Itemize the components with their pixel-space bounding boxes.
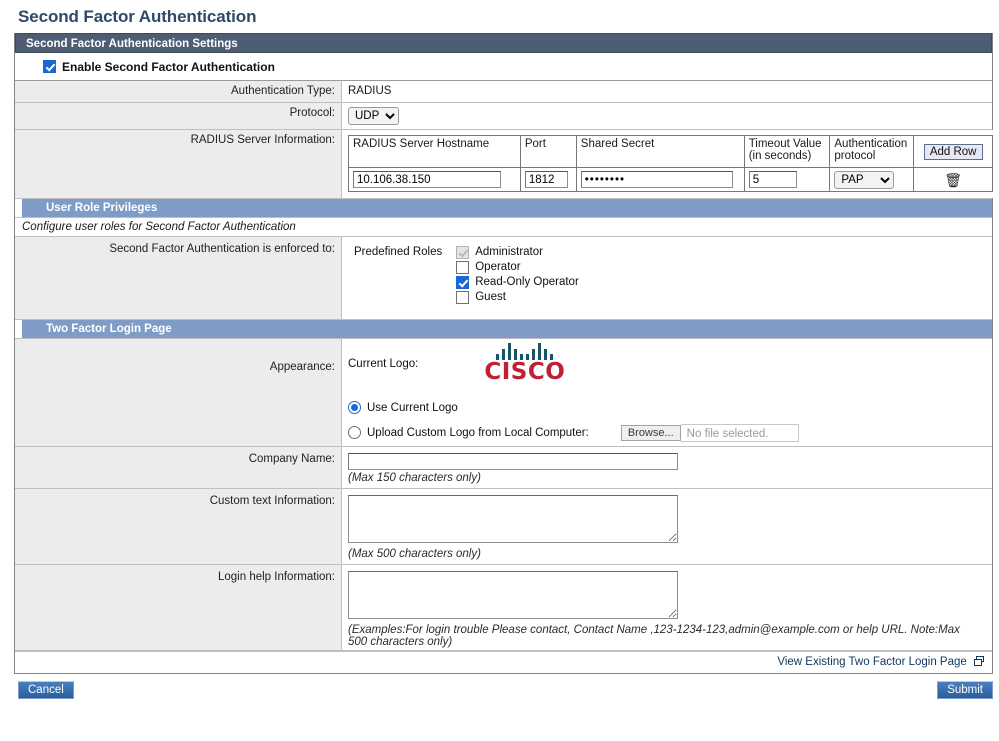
radius-server-information-label: RADIUS Server Information: (15, 130, 342, 198)
role-label-guest: Guest (475, 291, 506, 303)
settings-panel: Second Factor Authentication Settings En… (14, 33, 999, 674)
role-item-guest[interactable]: Guest (456, 290, 579, 305)
row-custom-text: Custom text Information: (Max 500 charac… (15, 489, 992, 565)
view-existing-login-page-link[interactable]: View Existing Two Factor Login Page (777, 656, 984, 668)
submit-button[interactable]: Submit (937, 681, 993, 699)
company-name-hint: (Max 150 characters only) (348, 472, 481, 484)
enable-second-factor-label: Enable Second Factor Authentication (62, 59, 275, 74)
row-protocol: Protocol: UDP (15, 103, 992, 130)
row-radius-server-information: RADIUS Server Information: RADIUS Server… (15, 130, 999, 199)
row-company-name: Company Name: (Max 150 characters only) (15, 447, 992, 489)
role-item-operator[interactable]: Operator (456, 260, 579, 275)
current-logo-row: Current Logo: CISCO (348, 343, 986, 384)
login-help-hint: (Examples:For login trouble Please conta… (348, 624, 960, 648)
cancel-button[interactable]: Cancel (18, 681, 74, 699)
col-hostname: RADIUS Server Hostname (348, 135, 521, 168)
cisco-bars-icon (484, 343, 565, 360)
enforced-to-label: Second Factor Authentication is enforced… (15, 237, 342, 319)
subsection-user-role-privileges: User Role Privileges (15, 199, 992, 218)
radius-port-input[interactable] (524, 171, 568, 188)
current-logo-label: Current Logo: (348, 357, 419, 370)
role-checkbox-operator[interactable] (456, 261, 470, 274)
col-add-row: Add Row (913, 135, 993, 168)
panel-header-settings: Second Factor Authentication Settings (15, 33, 992, 53)
col-timeout-line2: (in seconds) (748, 150, 812, 162)
col-authentication-protocol: Authentication protocol (829, 135, 915, 168)
subsection-header-login-page: Two Factor Login Page (22, 320, 992, 338)
table-header-row: RADIUS Server Hostname Port Shared Secre… (348, 135, 993, 168)
role-label-read-only-operator: Read-Only Operator (475, 276, 579, 288)
trash-icon[interactable]: 🗑 (918, 173, 988, 187)
role-checkbox-administrator (456, 246, 470, 259)
no-file-selected-text: No file selected. (680, 423, 799, 442)
radius-hostname-input[interactable] (353, 171, 501, 188)
add-row-button[interactable]: Add Row (923, 143, 983, 160)
custom-text-hint: (Max 500 characters only) (348, 548, 481, 560)
external-window-icon (974, 656, 984, 669)
subsection-header-user-roles: User Role Privileges (22, 199, 992, 217)
authentication-type-value: RADIUS (342, 81, 992, 102)
cisco-wordmark: CISCO (484, 359, 566, 385)
role-checkbox-read-only-operator[interactable] (456, 276, 470, 289)
table-row: PAP 🗑 (348, 167, 993, 192)
col-shared-secret: Shared Secret (575, 135, 745, 168)
page-title: Second Factor Authentication (18, 7, 257, 26)
use-current-logo-label: Use Current Logo (367, 401, 458, 414)
predefined-roles-group: Predefined Roles Administrator Operator … (348, 245, 986, 305)
use-current-logo-row[interactable]: Use Current Logo (348, 398, 986, 417)
view-existing-login-page-text: View Existing Two Factor Login Page (777, 656, 967, 668)
login-help-textarea[interactable] (348, 571, 678, 619)
col-timeout-value: Timeout Value (in seconds) (743, 135, 831, 168)
radius-shared-secret-input[interactable] (580, 171, 733, 188)
view-existing-login-page-row: View Existing Two Factor Login Page (15, 651, 992, 673)
predefined-roles-label: Predefined Roles (354, 246, 443, 258)
subsection-two-factor-login-page: Two Factor Login Page (15, 320, 992, 339)
use-current-logo-radio[interactable] (348, 401, 361, 414)
upload-logo-label: Upload Custom Logo from Local Computer: (367, 426, 589, 439)
browse-button[interactable]: Browse... (620, 424, 681, 441)
role-label-administrator: Administrator (475, 246, 543, 258)
radius-timeout-input[interactable] (748, 171, 797, 188)
enable-second-factor-row[interactable]: Enable Second Factor Authentication (15, 53, 992, 81)
protocol-label: Protocol: (15, 103, 342, 129)
logo-file-input[interactable]: Browse... No file selected. (620, 423, 799, 442)
authentication-type-label: Authentication Type: (15, 81, 342, 102)
login-help-label: Login help Information: (15, 565, 342, 650)
upload-logo-row[interactable]: Upload Custom Logo from Local Computer: … (348, 423, 986, 442)
role-checkbox-guest[interactable] (456, 291, 470, 304)
role-item-administrator[interactable]: Administrator (456, 245, 579, 260)
cisco-logo: CISCO (484, 343, 565, 384)
role-label-operator: Operator (475, 261, 521, 273)
custom-text-textarea[interactable] (348, 495, 678, 543)
radius-auth-protocol-select[interactable]: PAP (834, 170, 895, 189)
enable-second-factor-checkbox[interactable] (43, 60, 56, 73)
role-item-read-only-operator[interactable]: Read-Only Operator (456, 275, 579, 290)
col-timeout-line1: Timeout Value (748, 138, 822, 150)
form-button-bar: Cancel Submit (0, 674, 999, 699)
company-name-label: Company Name: (15, 447, 342, 488)
row-authentication-type: Authentication Type: RADIUS (15, 81, 992, 103)
protocol-select[interactable]: UDP (348, 107, 399, 125)
appearance-label: Appearance: (15, 339, 342, 446)
row-appearance: Appearance: Current Logo: CISCO Use Curr… (15, 339, 992, 447)
row-enforced-to: Second Factor Authentication is enforced… (15, 237, 992, 320)
col-authproto-line2: protocol (834, 150, 876, 162)
upload-logo-radio[interactable] (348, 426, 361, 439)
company-name-input[interactable] (348, 453, 678, 470)
col-port: Port (519, 135, 577, 168)
custom-text-label: Custom text Information: (15, 489, 342, 564)
row-login-help: Login help Information: (Examples:For lo… (15, 565, 992, 651)
radius-server-table: RADIUS Server Hostname Port Shared Secre… (348, 135, 993, 192)
user-roles-note: Configure user roles for Second Factor A… (15, 218, 992, 237)
col-authproto-line1: Authentication (834, 138, 908, 150)
role-checkbox-list: Administrator Operator Read-Only Operato… (456, 245, 579, 305)
